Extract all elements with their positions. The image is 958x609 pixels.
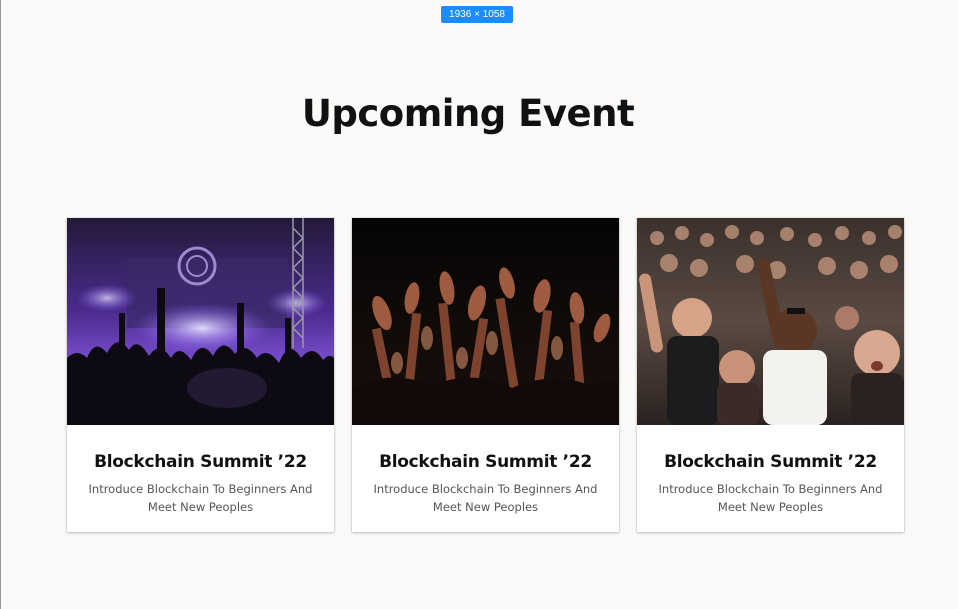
event-title[interactable]: Blockchain Summit ’22 — [352, 452, 619, 472]
raised-hands-crowd-photo[interactable] — [352, 218, 619, 425]
event-card[interactable]: Blockchain Summit ’22 Introduce Blockcha… — [67, 218, 334, 532]
page-canvas: 1936 × 1058 Upcoming Event Blockchain Su… — [0, 0, 958, 609]
event-description: Introduce Blockchain To Beginners And Me… — [373, 482, 598, 514]
section-title: Upcoming Event — [301, 92, 635, 135]
event-description: Introduce Blockchain To Beginners And Me… — [658, 482, 883, 514]
concert-stage-photo[interactable] — [67, 218, 334, 425]
event-description: Introduce Blockchain To Beginners And Me… — [88, 482, 313, 514]
event-card[interactable]: Blockchain Summit ’22 Introduce Blockcha… — [637, 218, 904, 532]
cheering-audience-photo[interactable] — [637, 218, 904, 425]
event-title[interactable]: Blockchain Summit ’22 — [637, 452, 904, 472]
dimensions-badge: 1936 × 1058 — [441, 6, 513, 23]
event-card[interactable]: Blockchain Summit ’22 Introduce Blockcha… — [352, 218, 619, 532]
event-title[interactable]: Blockchain Summit ’22 — [67, 452, 334, 472]
